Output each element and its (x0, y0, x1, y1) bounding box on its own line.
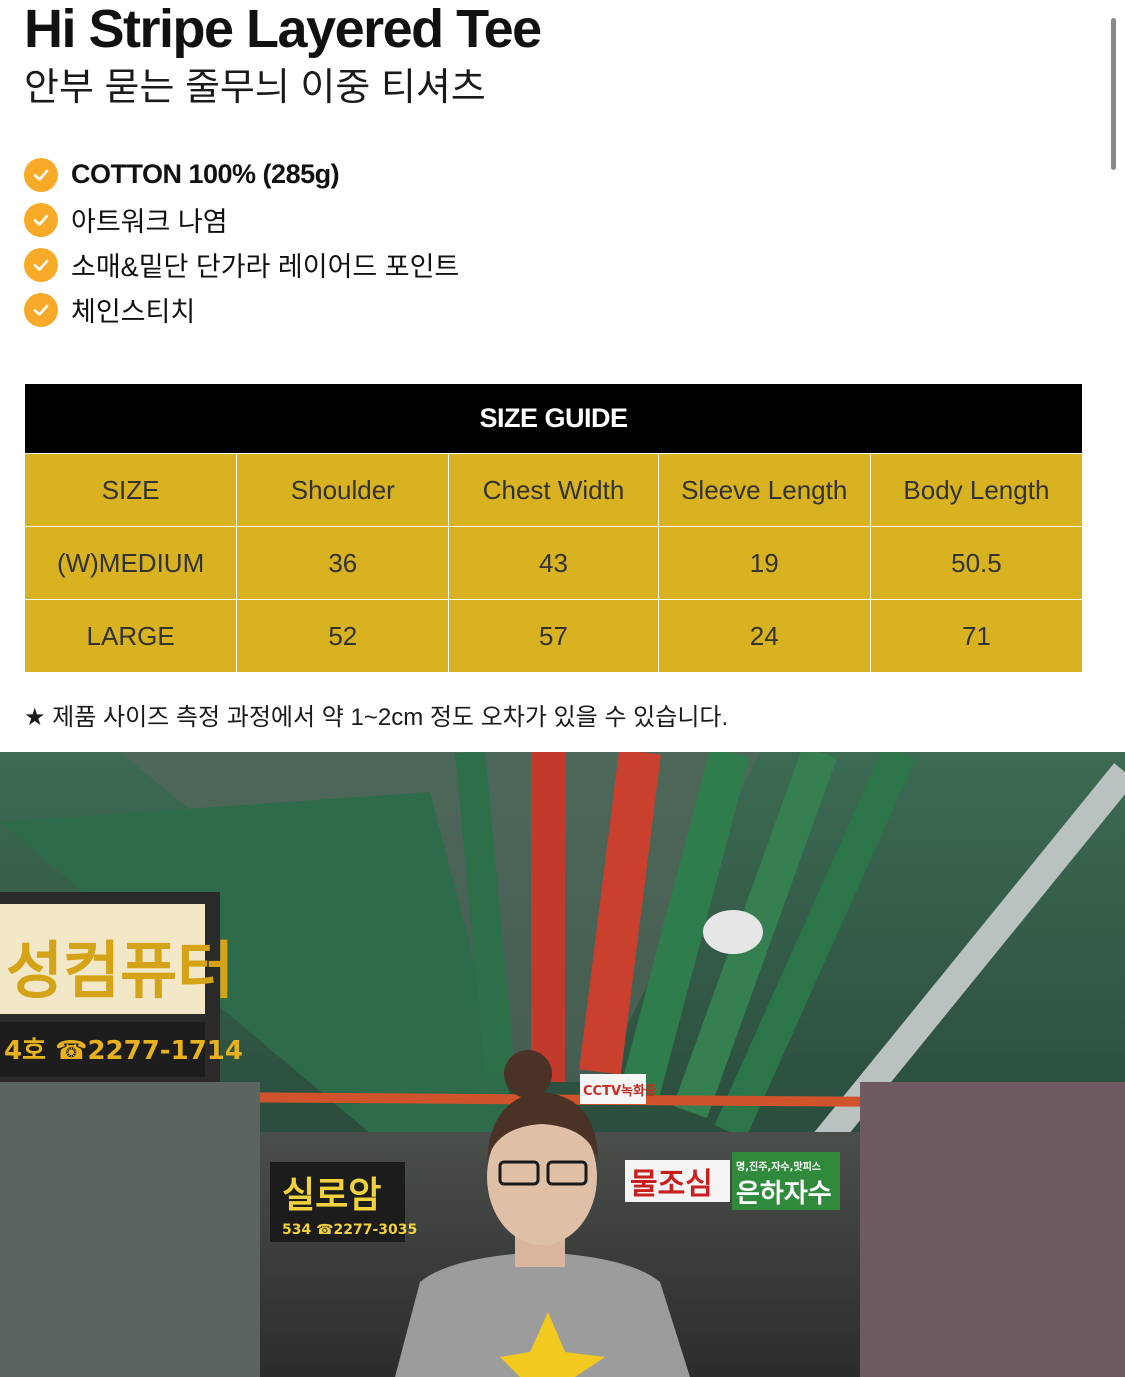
table-cell: 43 (448, 527, 657, 599)
sign-cctv-text: CCTV녹화중 (583, 1083, 657, 1099)
feature-item: 아트워크 나염 (24, 197, 459, 242)
feature-list: COTTON 100% (285g) 아트워크 나염 소매&밑단 단가라 레이어… (24, 152, 459, 332)
table-row: (W)MEDIUM 36 43 19 50.5 (25, 526, 1082, 599)
cctv-camera-icon (703, 910, 763, 954)
product-photo: 성컴퓨터 4호 ☎2277-1714 실로암 534 ☎2277-3035 CC… (0, 752, 1125, 1377)
shop-left (0, 1082, 260, 1377)
feature-label: 소매&밑단 단가라 레이어드 포인트 (71, 252, 460, 282)
feature-label: COTTON 100% (285g) (71, 159, 340, 189)
sign-green-text: 은하자수 (736, 1179, 832, 1209)
table-cell: (W)MEDIUM (56, 547, 205, 578)
column-header: SIZE (101, 474, 160, 505)
checkmark-icon (24, 157, 58, 192)
table-cell: 57 (448, 600, 657, 672)
shop-right (860, 1082, 1125, 1377)
sign-center-text: 실로암 (282, 1175, 381, 1216)
column-header: Sleeve Length (657, 454, 870, 526)
table-row: LARGE 52 57 24 71 (25, 599, 1082, 672)
table-cell: LARGE (86, 620, 175, 651)
table-cell: 24 (657, 600, 870, 672)
column-header: Chest Width (448, 454, 657, 526)
scrollbar[interactable] (1111, 18, 1116, 170)
product-subtitle: 안부 묻는 줄무늬 이중 티셔츠 (24, 67, 486, 109)
hair-bun (504, 1050, 552, 1098)
table-header-row: SIZE Shoulder Chest Width Sleeve Length … (25, 453, 1082, 526)
checkmark-icon (24, 292, 58, 327)
size-note: ★ 제품 사이즈 측정 과정에서 약 1~2cm 정도 오차가 있을 수 있습니… (24, 704, 729, 731)
feature-item: 체인스티치 (24, 287, 459, 332)
table-cell: 52 (236, 600, 448, 672)
feature-item: 소매&밑단 단가라 레이어드 포인트 (24, 242, 459, 287)
table-cell: 36 (236, 527, 448, 599)
table-cell: 71 (869, 600, 1082, 672)
sign-green-top: 명,진주,자수,맛피스 (736, 1160, 821, 1173)
feature-item: COTTON 100% (285g) (24, 152, 459, 197)
sign-center-subtext: 534 ☎2277-3035 (282, 1222, 417, 1238)
size-guide-title: SIZE GUIDE (25, 384, 1082, 453)
product-title: Hi Stripe Layered Tee (24, 0, 542, 59)
size-guide-table: SIZE GUIDE SIZE Shoulder Chest Width Sle… (25, 384, 1082, 672)
column-header: Shoulder (236, 454, 448, 526)
sign-left-text: 성컴퓨터 (6, 934, 234, 1007)
column-header: Body Length (869, 454, 1082, 526)
feature-label: 체인스티치 (71, 297, 196, 327)
checkmark-icon (24, 202, 58, 237)
sign-left-subtext: 4호 ☎2277-1714 (4, 1036, 243, 1066)
sign-red-text: 물조심 (630, 1167, 713, 1202)
table-cell: 19 (657, 527, 870, 599)
feature-label: 아트워크 나염 (71, 207, 228, 237)
checkmark-icon (24, 247, 58, 282)
table-cell: 50.5 (869, 527, 1082, 599)
